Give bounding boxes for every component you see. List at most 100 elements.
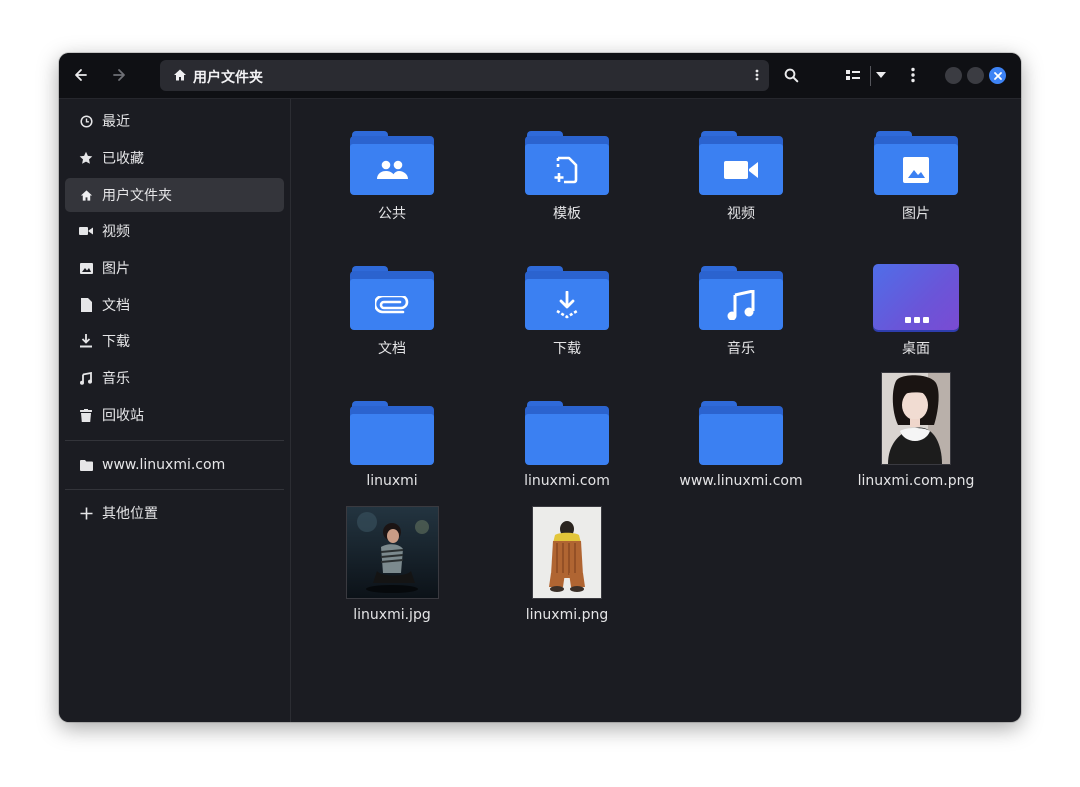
main-menu-button[interactable] — [900, 62, 926, 88]
file-name: 桌面 — [902, 341, 930, 357]
file-item-linuxmi[interactable]: linuxmi — [317, 375, 467, 501]
path-label: 用户文件夹 — [193, 70, 263, 86]
file-item-templates[interactable]: 模板 — [492, 105, 642, 231]
plus-icon — [79, 506, 93, 520]
file-item-videos[interactable]: 视频 — [666, 105, 816, 231]
file-item-downloads[interactable]: 下载 — [492, 240, 642, 366]
sidebar-item-pictures[interactable]: 图片 — [65, 251, 284, 285]
header-bar: 用户文件夹 — [59, 53, 1021, 99]
sidebar-item-label: 最近 — [102, 114, 130, 130]
sidebar-separator — [65, 440, 284, 441]
sidebar: 最近 已收藏 用户文件夹 视频 图片 文档 下载 音乐 回收站 www.linu… — [59, 99, 291, 722]
file-item-pictures[interactable]: 图片 — [841, 105, 991, 231]
file-item-music[interactable]: 音乐 — [666, 240, 816, 366]
desktop-icon — [873, 264, 959, 330]
file-item-linuxmi-jpg[interactable]: linuxmi.jpg — [317, 506, 467, 635]
file-name: linuxmi.com.png — [857, 473, 975, 489]
search-button[interactable] — [778, 62, 804, 88]
file-name: 下载 — [553, 341, 581, 357]
trash-icon — [79, 408, 93, 422]
folder-icon — [350, 266, 434, 330]
file-item-desktop[interactable]: 桌面 — [841, 240, 991, 366]
sidebar-item-videos[interactable]: 视频 — [65, 214, 284, 248]
file-item-www-linuxmi-com[interactable]: www.linuxmi.com — [666, 375, 816, 501]
sidebar-separator — [65, 489, 284, 490]
folder-icon — [525, 131, 609, 195]
more-vertical-icon — [911, 67, 915, 83]
file-name: linuxmi.png — [525, 607, 609, 623]
folder-icon — [350, 401, 434, 465]
sidebar-item-music[interactable]: 音乐 — [65, 361, 284, 395]
people-icon — [377, 160, 408, 179]
document-icon — [79, 298, 93, 312]
folder-icon — [874, 131, 958, 195]
folder-icon — [699, 266, 783, 330]
sidebar-item-recent[interactable]: 最近 — [65, 104, 284, 138]
file-manager-window: 用户文件夹 最近 已收藏 用户文件夹 视频 图片 文档 下载 音乐 回收站 ww… — [59, 53, 1021, 722]
sidebar-item-label: 回收站 — [102, 408, 144, 424]
file-item-linuxmi-com[interactable]: linuxmi.com — [492, 375, 642, 501]
folder-icon — [699, 131, 783, 195]
sidebar-item-documents[interactable]: 文档 — [65, 288, 284, 322]
sidebar-item-downloads[interactable]: 下载 — [65, 324, 284, 358]
image-icon — [903, 156, 929, 183]
file-name: linuxmi.jpg — [353, 607, 431, 623]
photo-thumbnail — [345, 506, 439, 599]
file-name: linuxmi — [366, 473, 418, 489]
view-toggle-button[interactable] — [840, 62, 866, 88]
close-icon — [993, 71, 1002, 80]
folder-icon — [79, 458, 93, 472]
sidebar-item-label: 下载 — [102, 334, 130, 350]
file-item-linuxmi-png[interactable]: linuxmi.png — [492, 506, 642, 635]
sidebar-item-trash[interactable]: 回收站 — [65, 398, 284, 432]
minimize-button[interactable] — [945, 67, 962, 84]
template-icon — [554, 156, 578, 183]
sidebar-item-home[interactable]: 用户文件夹 — [65, 178, 284, 212]
maximize-button[interactable] — [967, 67, 984, 84]
file-name: linuxmi.com — [524, 473, 610, 489]
file-item-linuxmi-com-png[interactable]: linuxmi.com.png — [841, 372, 991, 501]
view-options-button[interactable] — [868, 62, 894, 88]
forward-button[interactable] — [106, 62, 132, 88]
sidebar-item-label: 图片 — [102, 261, 130, 277]
photo-thumbnail — [881, 372, 951, 465]
file-name: 音乐 — [727, 341, 755, 357]
music-icon — [79, 371, 93, 385]
file-name: 图片 — [902, 206, 930, 222]
file-item-public[interactable]: 公共 — [317, 105, 467, 231]
close-button[interactable] — [989, 67, 1006, 84]
arrow-left-icon — [75, 69, 87, 81]
folder-icon — [699, 401, 783, 465]
paperclip-icon — [375, 295, 409, 313]
sidebar-item-label: 文档 — [102, 298, 130, 314]
sidebar-item-label: www.linuxmi.com — [102, 457, 226, 473]
photo-thumbnail — [532, 506, 602, 599]
path-bar[interactable]: 用户文件夹 — [160, 60, 769, 91]
music-icon — [727, 289, 755, 320]
sidebar-bookmark-linuxmi[interactable]: www.linuxmi.com — [65, 448, 284, 482]
video-icon — [724, 160, 758, 179]
back-button[interactable] — [68, 62, 94, 88]
folder-icon — [525, 266, 609, 330]
sidebar-item-starred[interactable]: 已收藏 — [65, 141, 284, 175]
search-icon — [784, 68, 798, 82]
more-vertical-icon[interactable] — [755, 68, 759, 82]
home-icon — [79, 188, 93, 202]
file-grid: 公共 模板 视频 图片 文档 下载 音乐 桌面 linuxmi linuxmi.… — [291, 99, 1021, 722]
arrow-right-icon — [113, 69, 125, 81]
download-icon — [79, 334, 93, 348]
file-name: 模板 — [553, 206, 581, 222]
download-icon — [556, 290, 578, 319]
chevron-down-icon — [876, 72, 886, 78]
sidebar-item-other-locations[interactable]: 其他位置 — [65, 496, 284, 530]
file-name: www.linuxmi.com — [679, 473, 803, 489]
sidebar-item-label: 视频 — [102, 224, 130, 240]
file-name: 文档 — [378, 341, 406, 357]
file-item-documents[interactable]: 文档 — [317, 240, 467, 366]
sidebar-item-label: 已收藏 — [102, 151, 144, 167]
image-icon — [79, 261, 93, 275]
file-name: 公共 — [378, 206, 406, 222]
sidebar-item-label: 用户文件夹 — [102, 188, 172, 204]
home-icon — [174, 69, 186, 81]
video-icon — [79, 224, 93, 238]
